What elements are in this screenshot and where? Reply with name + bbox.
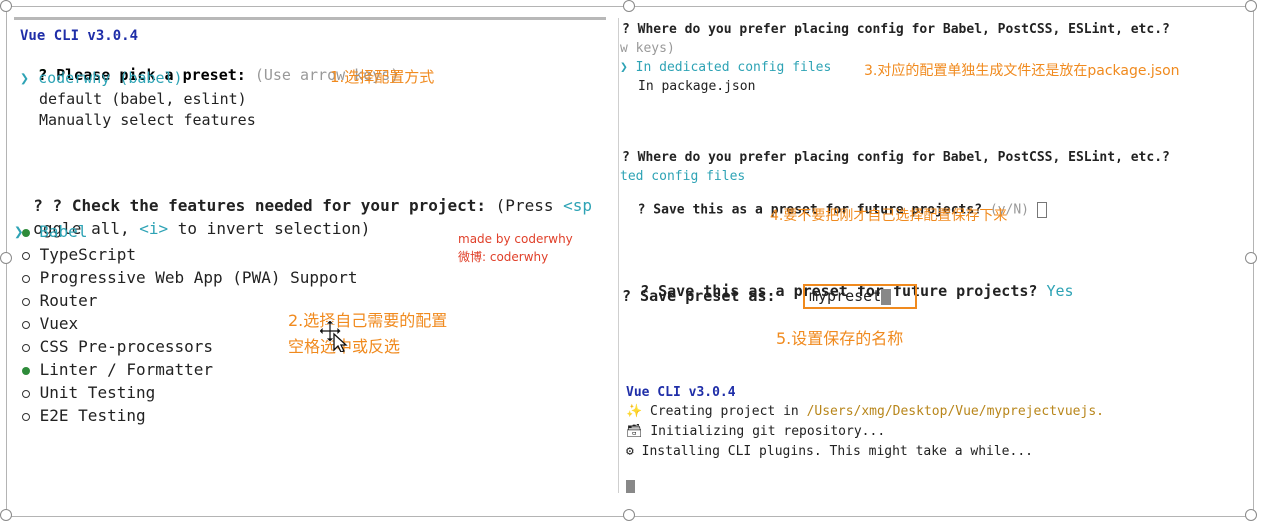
watermark-line1: made by coderwhy [458,232,573,246]
feature-item-vuex[interactable]: Vuex [22,314,78,333]
annotation-step2-line1: 2.选择自己需要的配置 [288,311,448,330]
resize-handle-middle-right[interactable] [1245,252,1257,264]
config-answer-2: ted config files [620,169,746,184]
resize-handle-bottom-right[interactable] [1245,509,1257,521]
progress-line-git: 🗃 Initializing git repository... [626,424,886,439]
annotation-step4: 4.要不要把刚才自己选择配置保存下来 [770,208,1008,224]
resize-handle-top-center[interactable] [623,0,635,12]
config-option-package-json[interactable]: In package.json [638,79,755,94]
preset-option-selected[interactable]: ❯ coderwhy (babel) [20,69,183,87]
resize-handle-bottom-center[interactable] [623,509,635,521]
resize-handle-top-left[interactable] [0,0,12,12]
feature-item-router[interactable]: Router [22,291,97,310]
cli-version-left: Vue CLI v3.0.4 [20,28,139,44]
features-press: (Press [495,196,554,215]
feature-item-unit-testing[interactable]: Unit Testing [22,383,155,402]
cli-version-right: Vue CLI v3.0.4 [626,385,736,400]
save-preset-name-input[interactable]: mypreset [803,284,917,309]
preset-option-default[interactable]: default (babel, eslint) [39,90,247,108]
terminal-cursor [626,480,635,493]
resize-handle-top-right[interactable] [1245,0,1257,12]
save-preset-as-label: ? Save preset as: [622,287,776,305]
sparkles-icon: ✨ [626,404,643,419]
feature-item-e2e-testing[interactable]: E2E Testing [22,406,146,425]
terminal-top-bar [14,17,606,20]
preset-option-manual[interactable]: Manually select features [39,111,256,129]
annotation-step3: 3.对应的配置单独生成文件还是放在package.json [864,63,1180,79]
feature-item-pwa[interactable]: Progressive Web App (PWA) Support [22,268,358,287]
progress-line-plugins: ⚙ Installing CLI plugins. This might tak… [626,444,1033,459]
annotation-step5: 5.设置保存的名称 [776,329,904,348]
panel-divider [618,18,619,493]
config-question: ? Where do you prefer placing config for… [622,22,1170,37]
watermark-line2: 微博: coderwhy [458,250,549,264]
feature-item-babel[interactable]: ❯ Babel [14,222,87,241]
feature-item-css-preprocessors[interactable]: CSS Pre-processors [22,337,213,356]
feature-item-typescript[interactable]: TypeScript [22,245,136,264]
config-option-dedicated[interactable]: ❯ In dedicated config files [620,60,831,75]
resize-handle-middle-left[interactable] [0,252,12,264]
progress-line-creating: ✨ Creating project in /Users/xmg/Desktop… [626,404,1104,419]
feature-item-linter[interactable]: Linter / Formatter [22,360,213,379]
resize-handle-bottom-left[interactable] [0,509,12,521]
text-cursor [881,288,892,305]
config-hint: w keys) [620,41,675,56]
config-question-2: ? Where do you prefer placing config for… [622,150,1170,165]
features-space-key: <sp [563,196,593,215]
move-cursor-icon [318,318,350,356]
annotation-step1: 1.选择配置方式 [330,68,435,86]
spinner-icon: ⚙ [626,444,634,459]
file-cabinet-icon: 🗃 [626,424,643,439]
